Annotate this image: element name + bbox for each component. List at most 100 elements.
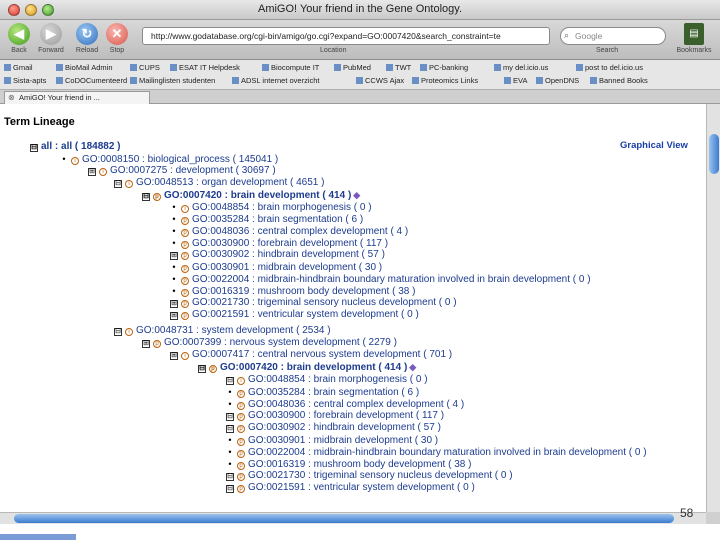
tree-row[interactable]: • p GO:0022004 : midbrain-hindbrain bounda… — [226, 446, 647, 458]
tree-row[interactable]: • p GO:0022004 : midbrain-hindbrain bounda… — [170, 273, 591, 285]
term-label[interactable]: GO:0016319 : mushroom body development (… — [248, 459, 471, 470]
bookmark-link[interactable]: post to del.icio.us — [576, 63, 643, 72]
term-label[interactable]: GO:0022004 : midbrain-hindbrain boundary… — [192, 274, 591, 285]
collapse-icon[interactable]: ⊟ — [30, 144, 38, 152]
bookmark-link[interactable]: BioMail Admin — [56, 63, 113, 72]
collapse-icon[interactable]: ⊟ — [114, 180, 122, 188]
tree-row[interactable]: • p GO:0016319 : mushroom body development… — [170, 285, 415, 297]
expand-icon[interactable]: ⊞ — [88, 168, 96, 176]
term-label[interactable]: GO:0022004 : midbrain-hindbrain boundary… — [248, 447, 647, 458]
bookmark-link[interactable]: CCWS Ajax — [356, 76, 404, 85]
bookmark-link[interactable]: Proteomics Links — [412, 76, 478, 85]
term-label[interactable]: all : all ( 184882 ) — [41, 141, 121, 152]
vertical-scroll-thumb[interactable] — [709, 134, 719, 174]
term-label[interactable]: GO:0030901 : midbrain development ( 30 ) — [192, 262, 382, 273]
tree-row[interactable]: ⊟ p GO:0030900 : forebrain development ( 1… — [226, 410, 444, 422]
bookmark-link[interactable]: my del.icio.us — [494, 63, 548, 72]
term-label[interactable]: GO:0048854 : brain morphogenesis ( 0 ) — [248, 374, 428, 385]
tree-row[interactable]: ⊟ p GO:0021591 : ventricular system develo… — [226, 482, 475, 494]
bookmark-link[interactable]: Mailinglisten studenten — [130, 76, 215, 85]
collapse-icon[interactable]: ⊟ — [226, 473, 234, 481]
term-label[interactable]: GO:0030901 : midbrain development ( 30 ) — [248, 435, 438, 446]
term-label[interactable]: GO:0030900 : forebrain development ( 117… — [192, 238, 388, 249]
bookmark-link[interactable]: PC-banking — [420, 63, 468, 72]
graphical-view-link[interactable]: Graphical View — [620, 140, 688, 151]
bookmark-link[interactable]: Sista-apts — [4, 76, 46, 85]
bookmark-link[interactable]: CoDOCumenteerd — [56, 76, 127, 85]
bookmark-link[interactable]: EVA — [504, 76, 527, 85]
tree-row[interactable]: ⊟ p GO:0030902 : hindbrain development ( 5… — [226, 422, 441, 434]
collapse-icon[interactable]: ⊟ — [226, 485, 234, 493]
collapse-icon[interactable]: ⊟ — [226, 425, 234, 433]
bookmark-link[interactable]: ADSL internet overzicht — [232, 76, 320, 85]
term-label[interactable]: GO:0030902 : hindbrain development ( 57 … — [248, 422, 441, 433]
tree-row[interactable]: ⊟ p GO:0007420 : brain development ( 414 )… — [142, 189, 360, 201]
search-field[interactable]: Google — [560, 27, 666, 45]
tree-row[interactable]: • p GO:0030900 : forebrain development ( 1… — [170, 237, 388, 249]
close-tab-icon[interactable]: ⊗ — [8, 92, 15, 104]
bookmark-link[interactable]: Biocompute IT — [262, 63, 319, 72]
resize-corner[interactable] — [706, 512, 720, 524]
term-label[interactable]: GO:0007420 : brain development ( 414 ) — [220, 362, 407, 373]
bookmark-link[interactable]: Gmail — [4, 63, 33, 72]
term-label[interactable]: GO:0048513 : organ development ( 4651 ) — [136, 177, 324, 188]
forward-button[interactable]: ▶ Forward — [36, 23, 66, 54]
bookmark-link[interactable]: OpenDNS — [536, 76, 579, 85]
expand-icon[interactable]: ⊞ — [170, 352, 178, 360]
collapse-icon[interactable]: ⊟ — [198, 365, 206, 373]
horizontal-scrollbar[interactable] — [0, 512, 706, 524]
tree-row[interactable]: ⊞ p GO:0030902 : hindbrain development ( 5… — [170, 249, 385, 261]
tree-row[interactable]: • p GO:0048036 : central complex developme… — [226, 398, 464, 410]
term-label[interactable]: GO:0007417 : central nervous system deve… — [192, 349, 452, 360]
term-label[interactable]: GO:0048854 : brain morphogenesis ( 0 ) — [192, 202, 372, 213]
collapse-icon[interactable]: ⊟ — [226, 377, 234, 385]
address-field[interactable]: http://www.godatabase.org/cgi-bin/amigo/… — [142, 27, 550, 45]
back-button[interactable]: ◀ Back — [4, 23, 34, 54]
collapse-icon[interactable]: ⊟ — [226, 413, 234, 421]
term-label[interactable]: GO:0048036 : central complex development… — [248, 399, 464, 410]
term-label[interactable]: GO:0007399 : nervous system development … — [164, 337, 397, 348]
expand-icon[interactable]: ⊞ — [142, 340, 150, 348]
tab-amigo[interactable]: ⊗ AmiGO! Your friend in ... — [4, 91, 150, 104]
tree-row[interactable]: ⊞ i GO:0007417 : central nervous system de… — [170, 349, 452, 361]
term-label[interactable]: GO:0007420 : brain development ( 414 ) — [164, 190, 351, 201]
tree-row[interactable]: • p GO:0016319 : mushroom body development… — [226, 458, 471, 470]
tree-row[interactable]: ⊟ p GO:0021730 : trigeminal sensory nucleu… — [226, 470, 513, 482]
term-label[interactable]: GO:0048036 : central complex development… — [192, 226, 408, 237]
tree-row[interactable]: • p GO:0030901 : midbrain development ( 30… — [170, 261, 382, 273]
tree-row[interactable]: • p GO:0030901 : midbrain development ( 30… — [226, 434, 438, 446]
term-label[interactable]: GO:0030902 : hindbrain development ( 57 … — [192, 249, 385, 260]
bookmark-link[interactable]: Banned Books — [590, 76, 648, 85]
term-label[interactable]: GO:0030900 : forebrain development ( 117… — [248, 410, 444, 421]
bookmark-link[interactable]: TWT — [386, 63, 411, 72]
collapse-icon[interactable]: ⊟ — [142, 193, 150, 201]
expand-icon[interactable]: ⊞ — [170, 300, 178, 308]
term-label[interactable]: GO:0008150 : biological_process ( 145041… — [82, 154, 278, 165]
tree-row[interactable]: ⊟ p GO:0007420 : brain development ( 414 )… — [198, 361, 416, 373]
tree-row[interactable]: ⊞ p GO:0021730 : trigeminal sensory nucleu… — [170, 297, 457, 309]
bookmark-link[interactable]: PubMed — [334, 63, 371, 72]
tree-row[interactable]: ⊟ i GO:0048513 : organ development ( 4651 … — [114, 177, 324, 189]
vertical-scrollbar[interactable] — [706, 104, 720, 512]
reload-button[interactable]: ↻ Reload — [72, 23, 102, 54]
tree-row[interactable]: • p GO:0035284 : brain segmentation ( 6 ) — [170, 213, 363, 225]
tree-row[interactable]: ⊟ i GO:0048854 : brain morphogenesis ( 0 ) — [226, 374, 428, 386]
term-label[interactable]: GO:0021591 : ventricular system developm… — [192, 309, 419, 320]
term-label[interactable]: GO:0016319 : mushroom body development (… — [192, 286, 415, 297]
term-label[interactable]: GO:0035284 : brain segmentation ( 6 ) — [248, 387, 419, 398]
tree-row[interactable]: • i GO:0048854 : brain morphogenesis ( 0 ) — [170, 201, 372, 213]
stop-button[interactable]: ✕ Stop — [102, 23, 132, 54]
term-label[interactable]: GO:0021730 : trigeminal sensory nucleus … — [192, 297, 457, 308]
tree-row[interactable]: ⊟ i GO:0048731 : system development ( 2534… — [114, 325, 331, 337]
term-label[interactable]: GO:0048731 : system development ( 2534 ) — [136, 325, 331, 336]
expand-icon[interactable]: ⊞ — [170, 252, 178, 260]
tree-row[interactable]: ⊞ p GO:0021591 : ventricular system develo… — [170, 309, 419, 321]
tree-row[interactable]: • p GO:0048036 : central complex developme… — [170, 225, 408, 237]
tree-row[interactable]: • i GO:0008150 : biological_process ( 1450… — [60, 153, 278, 165]
expand-icon[interactable]: ⊞ — [170, 312, 178, 320]
tree-row[interactable]: • p GO:0035284 : brain segmentation ( 6 ) — [226, 386, 419, 398]
bookmarks-button[interactable]: ▤ Bookmarks — [672, 23, 716, 54]
term-label[interactable]: GO:0035284 : brain segmentation ( 6 ) — [192, 214, 363, 225]
tree-row[interactable]: ⊟ all : all ( 184882 ) — [30, 141, 121, 153]
tree-row[interactable]: ⊞ i GO:0007275 : development ( 30697 ) — [88, 165, 276, 177]
